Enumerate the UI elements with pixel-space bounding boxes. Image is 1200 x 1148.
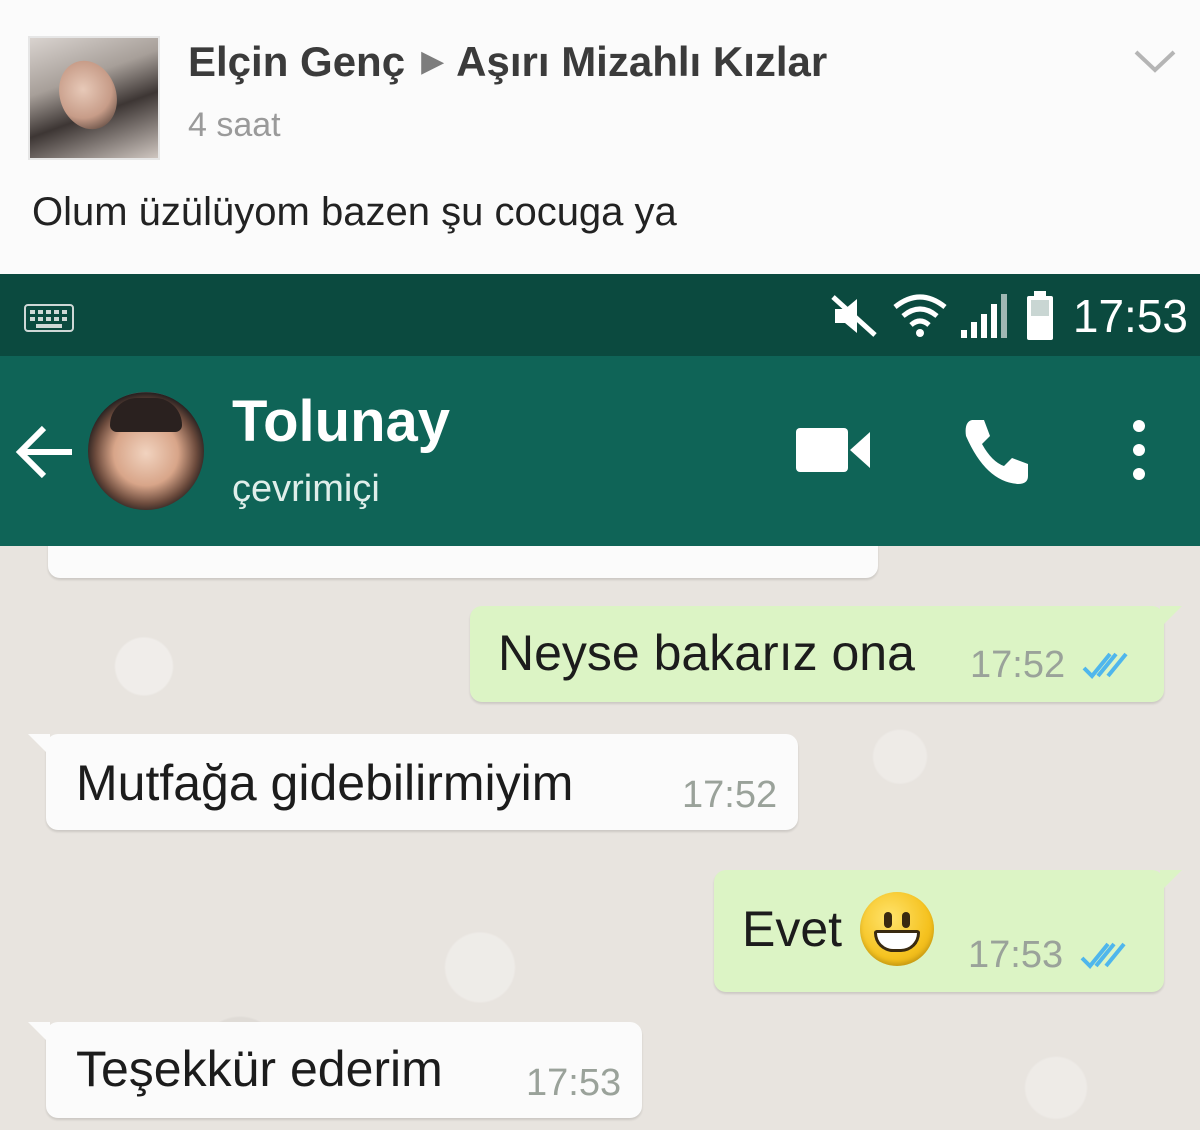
bottom-edge: [0, 1130, 1200, 1148]
post-text: Olum üzülüyom bazen şu cocuga ya: [32, 190, 677, 234]
author-avatar[interactable]: [28, 36, 160, 160]
emoji-eye: [902, 912, 910, 928]
group-name-link[interactable]: Aşırı Mizahlı Kızlar: [456, 38, 827, 85]
contact-online-status: çevrimiçi: [232, 468, 380, 510]
status-clock: 17:53: [1072, 290, 1188, 342]
bubble-tail: [1160, 870, 1182, 892]
read-ticks-icon: [1082, 652, 1128, 679]
message-bubble-outgoing[interactable]: Neyse bakarız ona 17:52: [470, 606, 1182, 702]
read-ticks-icon: [1080, 942, 1126, 969]
message-time: 17:52: [682, 774, 778, 816]
grinning-face-emoji-icon: [860, 892, 934, 966]
contact-name[interactable]: Tolunay: [232, 388, 450, 455]
bubble-tail: [28, 734, 50, 756]
status-icons-group: 17:53: [829, 290, 1188, 342]
message-text: Teşekkür ederim: [76, 1041, 443, 1097]
contact-avatar-hair: [110, 398, 182, 432]
message-time: 17:53: [968, 934, 1064, 976]
message-time: 17:52: [970, 644, 1066, 686]
post-title-line: Elçin Genç ▶ Aşırı Mizahlı Kızlar: [188, 38, 827, 86]
more-options-icon[interactable]: [1124, 418, 1154, 482]
emoji-eye: [884, 912, 892, 928]
keyboard-icon: [24, 304, 74, 332]
message-text: Mutfağa gidebilirmiyim: [76, 755, 574, 811]
message-time: 17:53: [526, 1062, 622, 1104]
phone-icon[interactable]: [958, 416, 1030, 488]
message-text: Neyse bakarız ona: [498, 625, 915, 681]
bubble-tail: [28, 1022, 50, 1044]
video-call-icon[interactable]: [796, 426, 872, 474]
contact-avatar[interactable]: [88, 392, 204, 510]
signal-icon: [960, 294, 1007, 338]
mute-icon: [831, 295, 877, 337]
message-bubble-outgoing[interactable]: Evet 17:53: [714, 870, 1182, 992]
shared-to-arrow-icon: ▶: [421, 45, 445, 78]
bubble-tail: [1160, 606, 1182, 628]
message-text: Evet: [742, 901, 843, 957]
wifi-icon: [893, 294, 947, 337]
back-arrow-icon[interactable]: [14, 422, 76, 482]
message-bubble-incoming[interactable]: Teşekkür ederim 17:53: [28, 1022, 642, 1118]
message-bubble-incoming[interactable]: Mutfağa gidebilirmiyim 17:52: [28, 734, 798, 830]
chevron-down-icon[interactable]: [1132, 46, 1178, 76]
facebook-post-header: Elçin Genç ▶ Aşırı Mizahlı Kızlar 4 saat O…: [0, 0, 1200, 274]
author-avatar-face: [49, 52, 127, 138]
emoji-mouth: [874, 930, 920, 952]
battery-icon: [1026, 291, 1053, 340]
message-bubble-partial[interactable]: [48, 546, 878, 578]
author-name-link[interactable]: Elçin Genç: [188, 38, 405, 85]
chat-messages-area[interactable]: Neyse bakarız ona 17:52 Mutfağa gidebili…: [0, 546, 1200, 1148]
phone-status-bar: 17:53: [0, 274, 1200, 356]
post-timestamp[interactable]: 4 saat: [188, 106, 281, 145]
